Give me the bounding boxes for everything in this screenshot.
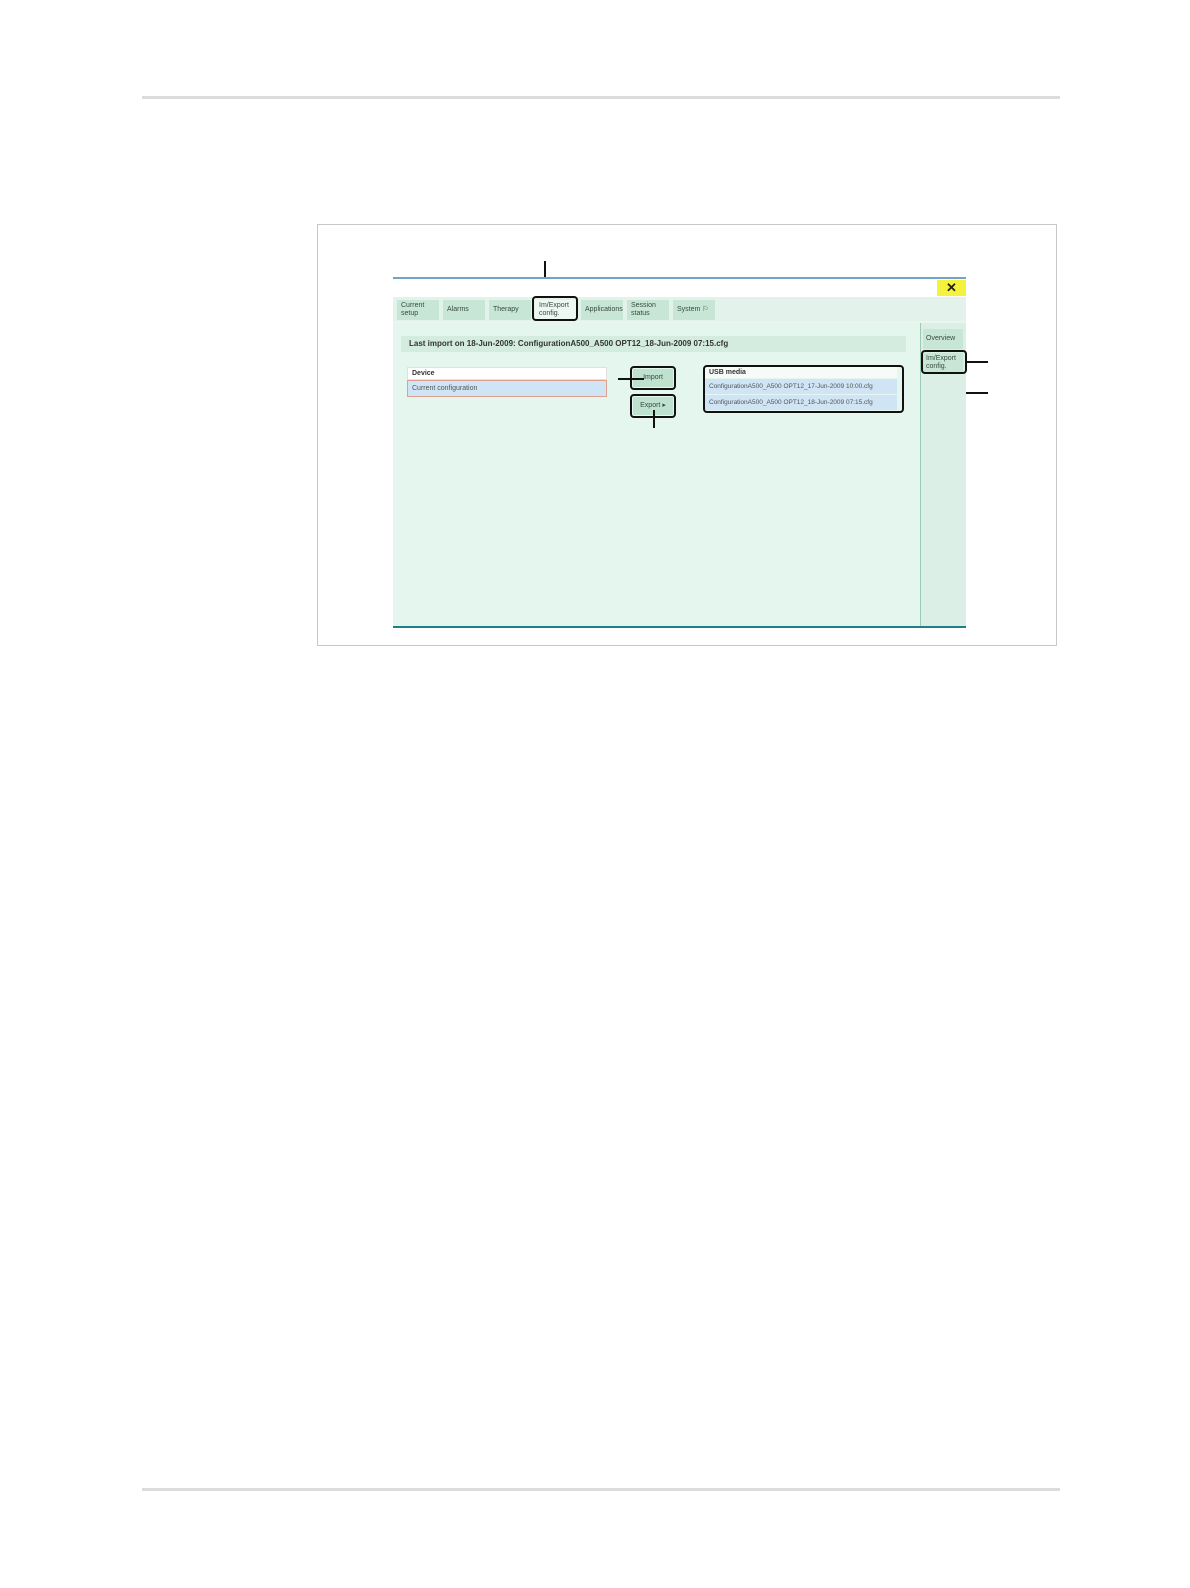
footer-rule (142, 1488, 1060, 1491)
device-list: Device Current configuration (407, 367, 607, 397)
callout-box-usb (703, 365, 904, 413)
tab-therapy[interactable]: Therapy (489, 300, 531, 320)
callout-leader-export (653, 410, 655, 428)
tab-applications[interactable]: Applications (581, 300, 623, 320)
tab-current-setup[interactable]: Current setup (397, 300, 439, 320)
close-button[interactable]: ✕ (937, 280, 966, 296)
title-bar: ✕ (393, 279, 966, 297)
tab-alarms[interactable]: Alarms (443, 300, 485, 320)
callout-leader-import (618, 378, 644, 380)
tab-session-status[interactable]: Session status (627, 300, 669, 320)
callout-box-side (921, 350, 967, 374)
side-overview-button[interactable]: Overview (923, 329, 963, 349)
device-list-header: Device (407, 367, 607, 380)
figure-frame: ✕ Current setup Alarms Therapy Im/Export… (317, 224, 1057, 646)
config-screen: ✕ Current setup Alarms Therapy Im/Export… (393, 277, 967, 628)
callout-box-tab (532, 296, 578, 321)
device-list-item[interactable]: Current configuration (407, 380, 607, 397)
last-import-info: Last import on 18-Jun-2009: Configuratio… (401, 336, 906, 352)
tab-bar: Current setup Alarms Therapy Im/Export c… (393, 297, 966, 321)
header-rule (142, 96, 1060, 99)
tab-system[interactable]: System ⚐ (673, 300, 715, 320)
